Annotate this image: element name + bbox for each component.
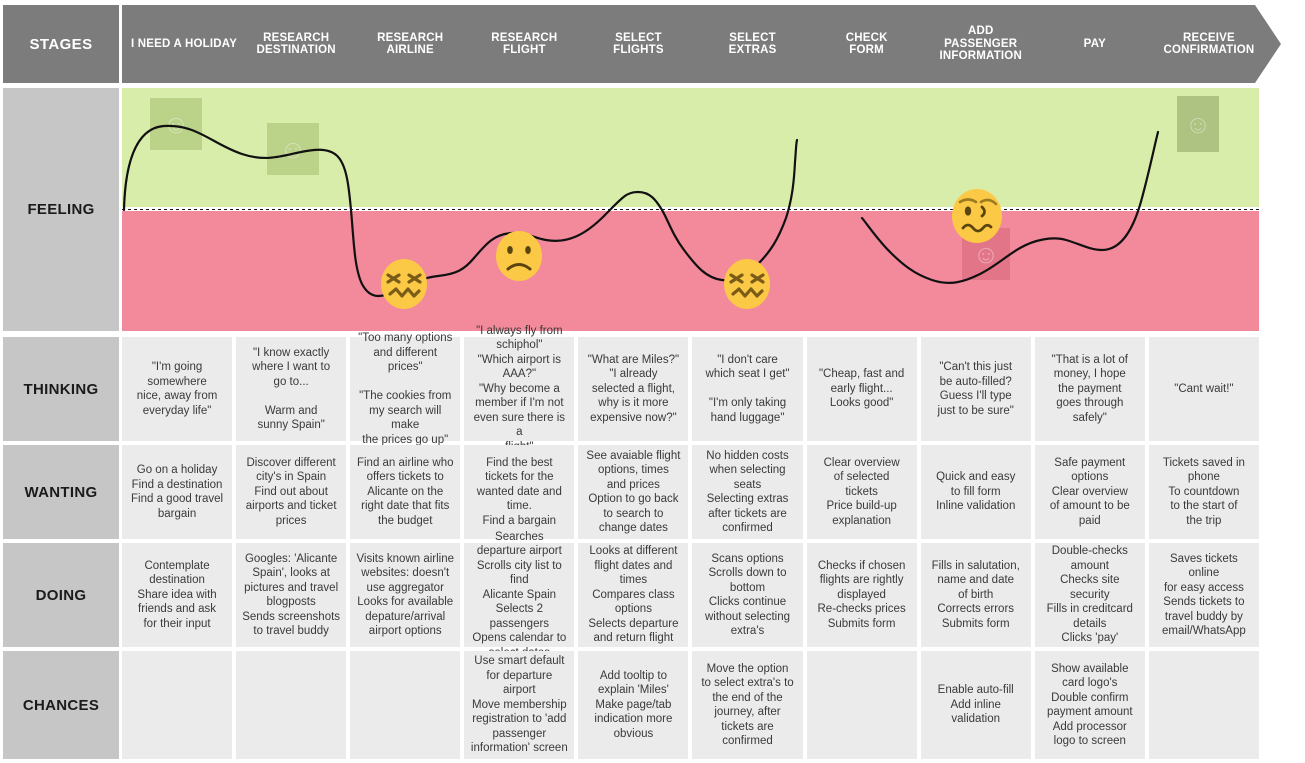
cell-thinking: "What are Miles?" "I already selected a … bbox=[578, 337, 689, 441]
cell-thinking: "That is a lot of money, I hope the paym… bbox=[1034, 337, 1145, 441]
cell-empty bbox=[806, 651, 917, 759]
row-label-doing: DOING bbox=[3, 543, 119, 647]
feeling-curve bbox=[122, 124, 1160, 298]
cell-chances: Move the option to select extra's to the… bbox=[692, 651, 803, 759]
cell-chances: Show available card logo's Double confir… bbox=[1034, 651, 1145, 759]
cell-doing: Contemplate destination Share idea with … bbox=[122, 543, 233, 647]
cell-doing: Saves tickets online for easy access Sen… bbox=[1148, 543, 1259, 647]
emoji-confounded-face-select-extras bbox=[724, 259, 770, 309]
cell-wanting: Find an airline who offers tickets to Al… bbox=[350, 445, 461, 539]
cell-thinking: "I'm going somewhere nice, away from eve… bbox=[122, 337, 233, 441]
stage-chevron-label: CHECK FORM bbox=[845, 31, 888, 56]
emoji-worried-woozy-face-add-passenger-information bbox=[952, 189, 1002, 243]
cell-wanting: No hidden costs when selecting seats Sel… bbox=[692, 445, 803, 539]
cell-wanting: Safe payment options Clear overview of a… bbox=[1034, 445, 1145, 539]
cell-chances: Enable auto-fill Add inline validation bbox=[920, 651, 1031, 759]
stage-chevron-label: SELECT FLIGHTS bbox=[613, 31, 664, 56]
cell-chances: Use smart default for departure airport … bbox=[464, 651, 575, 759]
row-label-feeling: FEELING bbox=[3, 88, 119, 331]
stage-chevron-label: RESEARCH DESTINATION bbox=[256, 31, 336, 56]
cell-empty bbox=[236, 651, 347, 759]
cell-thinking: "Cheap, fast and early flight... Looks g… bbox=[806, 337, 917, 441]
stage-chevron-label: SELECT EXTRAS bbox=[728, 31, 777, 56]
cell-thinking: "I don't care which seat I get" "I'm onl… bbox=[692, 337, 803, 441]
cell-wanting: Quick and easy to fill form Inline valid… bbox=[920, 445, 1031, 539]
cell-thinking: "I always fly from schiphol" "Which airp… bbox=[464, 325, 575, 453]
stage-chevron-label: RESEARCH AIRLINE bbox=[377, 31, 444, 56]
cell-doing: Scans options Scrolls down to bottom Cli… bbox=[692, 543, 803, 647]
cell-doing: Checks if chosen flights are rightly dis… bbox=[806, 543, 917, 647]
cell-empty bbox=[350, 651, 461, 759]
stage-chevron-label: ADD PASSENGER INFORMATION bbox=[939, 25, 1022, 63]
row-label-thinking: THINKING bbox=[3, 337, 119, 441]
cell-doing: Looks at different flight dates and time… bbox=[578, 543, 689, 647]
stage-chevron-label: PAY bbox=[1083, 37, 1107, 50]
cell-wanting: Go on a holiday Find a destination Find … bbox=[122, 445, 233, 539]
row-label-wanting: WANTING bbox=[3, 445, 119, 539]
cell-thinking: "Too many options and different prices" … bbox=[350, 332, 461, 446]
cell-doing: Searches departure airport Scrolls city … bbox=[464, 531, 575, 659]
cell-thinking: "Can't this just be auto-filled? Guess I… bbox=[920, 337, 1031, 441]
cell-empty bbox=[1148, 651, 1259, 759]
row-chances: Use smart default for departure airport … bbox=[122, 651, 1259, 759]
emoji-frowning-face-research-flight bbox=[496, 231, 542, 281]
cell-thinking: "Cant wait!" bbox=[1148, 337, 1259, 441]
cell-wanting: Clear overview of selected tickets Price… bbox=[806, 445, 917, 539]
cell-doing: Double-checks amount Checks site securit… bbox=[1034, 543, 1145, 647]
row-wanting: Go on a holiday Find a destination Find … bbox=[122, 445, 1259, 539]
cell-wanting: Tickets saved in phone To countdown to t… bbox=[1148, 445, 1259, 539]
emoji-confounded-face-research-airline bbox=[381, 259, 427, 309]
row-thinking: "I'm going somewhere nice, away from eve… bbox=[122, 325, 1259, 453]
stage-chevron-label: I NEED A HOLIDAY bbox=[131, 37, 238, 50]
cell-doing: Googles: 'Alicante Spain', looks at pict… bbox=[236, 543, 347, 647]
feeling-band: ☺ ☺ ☺ ☺ bbox=[122, 88, 1259, 331]
cell-empty bbox=[122, 651, 233, 759]
cell-wanting: Discover different city's in Spain Find … bbox=[236, 445, 347, 539]
cell-doing: Fills in salutation, name and date of bi… bbox=[920, 543, 1031, 647]
customer-journey-map: STAGES I NEED A HOLIDAY RESEARCH DESTINAT… bbox=[0, 0, 1305, 763]
stages-header-label: STAGES bbox=[3, 5, 119, 83]
cell-wanting: See avaiable flight options, times and p… bbox=[578, 445, 689, 539]
row-doing: Contemplate destination Share idea with … bbox=[122, 531, 1259, 659]
stage-chevron-label: RECEIVE CONFIRMATION bbox=[1163, 31, 1255, 56]
cell-doing: Visits known airline websites: doesn't u… bbox=[350, 543, 461, 647]
row-label-chances: CHANCES bbox=[3, 651, 119, 759]
cell-thinking: "I know exactly where I want to go to...… bbox=[236, 337, 347, 441]
cell-wanting: Find the best tickets for the wanted dat… bbox=[464, 445, 575, 539]
stage-chevron-label: RESEARCH FLIGHT bbox=[491, 31, 558, 56]
cell-chances: Add tooltip to explain 'Miles' Make page… bbox=[578, 651, 689, 759]
